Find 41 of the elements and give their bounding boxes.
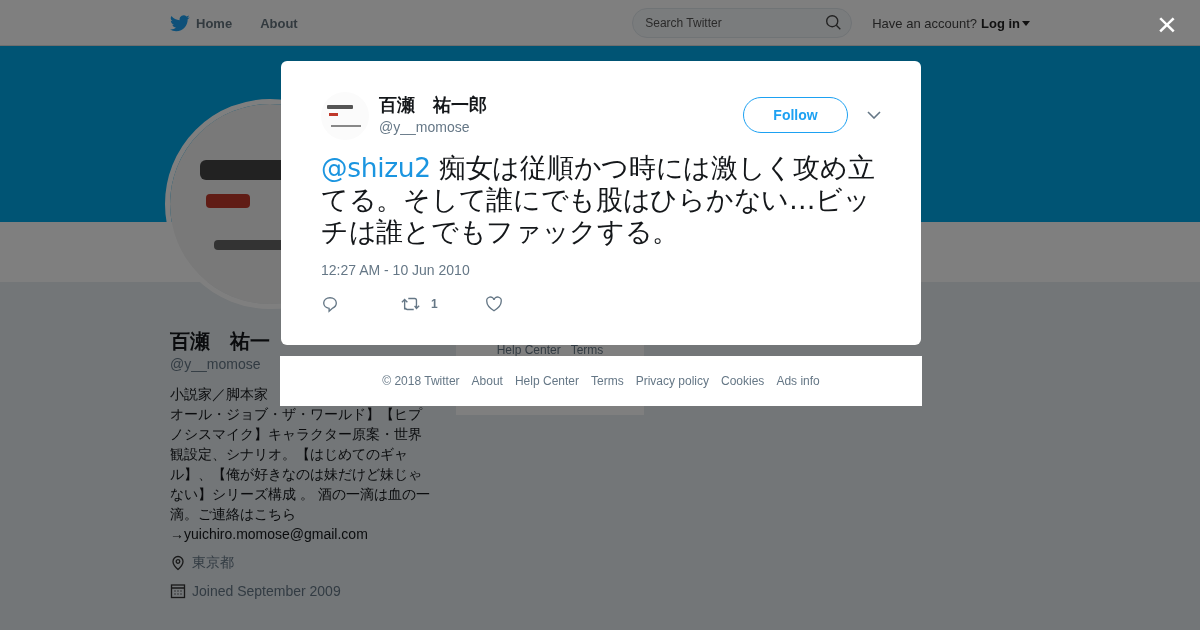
profile-name: 百瀬 祐一 <box>170 329 271 354</box>
retweet-icon[interactable] <box>401 295 421 313</box>
follow-button[interactable]: Follow <box>743 97 848 133</box>
copyright-text: © 2018 Twitter <box>382 374 460 388</box>
tweet-text: @shizu2 痴女は従順かつ時には激しく攻め立てる。そして誰にでも股はひらかない…ビッチは誰とでもファックする。 <box>321 152 876 248</box>
tweet-timestamp[interactable]: 12:27 AM - 10 Jun 2010 <box>321 262 881 278</box>
bio-line: ル】、【俺が好きなのは妹だけど妹じゃ <box>170 465 423 484</box>
footer-link[interactable]: Ads info <box>776 374 820 388</box>
location-pin-icon <box>170 555 186 571</box>
footer-link[interactable]: Help Center <box>514 374 579 388</box>
location-text: 東京都 <box>192 554 234 572</box>
bio-line: オール・ジョブ・ザ・ワールド】【ヒプ <box>170 405 424 424</box>
bio-line: →yuichiro.momose@gmail.com <box>170 525 369 544</box>
bio-line: 小説家／脚本家 <box>170 385 269 404</box>
login-link[interactable]: Log in <box>981 15 1020 31</box>
heart-icon[interactable] <box>484 295 503 313</box>
footer-link[interactable]: Terms <box>591 374 624 388</box>
author-name: 百瀬 祐一郎 <box>379 94 488 117</box>
caret-icon <box>1022 20 1030 26</box>
footer-link[interactable]: Terms <box>570 343 604 357</box>
bio-line: ノシスマイク】キャラクター原案・世界 <box>170 425 423 444</box>
nav-link[interactable]: About <box>260 15 298 31</box>
footer-link[interactable]: Privacy policy <box>635 374 709 388</box>
account-prompt: Have an account? <box>872 15 977 31</box>
bio-line: 観設定、シナリオ。【はじめてのギャ <box>170 445 409 464</box>
calendar-icon <box>170 583 186 599</box>
nav-link[interactable]: Home <box>170 14 233 32</box>
close-button[interactable]: × <box>1150 6 1184 42</box>
footer-link[interactable]: Help Center <box>496 343 561 357</box>
chevron-down-icon[interactable] <box>867 111 881 119</box>
bird-icon <box>170 14 190 32</box>
footer-link[interactable]: About <box>471 374 503 388</box>
bio-line: 滴。ご連絡はこちら <box>170 505 297 524</box>
joined-date: Joined September 2009 <box>192 583 341 599</box>
footer-link[interactable]: Cookies <box>721 374 765 388</box>
profile-handle: @y__momose <box>170 355 262 374</box>
bio-line: ない】シリーズ構成 。 酒の一滴は血の一 <box>170 485 430 504</box>
search-icon <box>825 14 843 31</box>
retweet-count: 1 <box>431 297 438 311</box>
search-field[interactable]: Search Twitter <box>632 8 853 38</box>
author-handle: @y__momose <box>379 118 471 136</box>
